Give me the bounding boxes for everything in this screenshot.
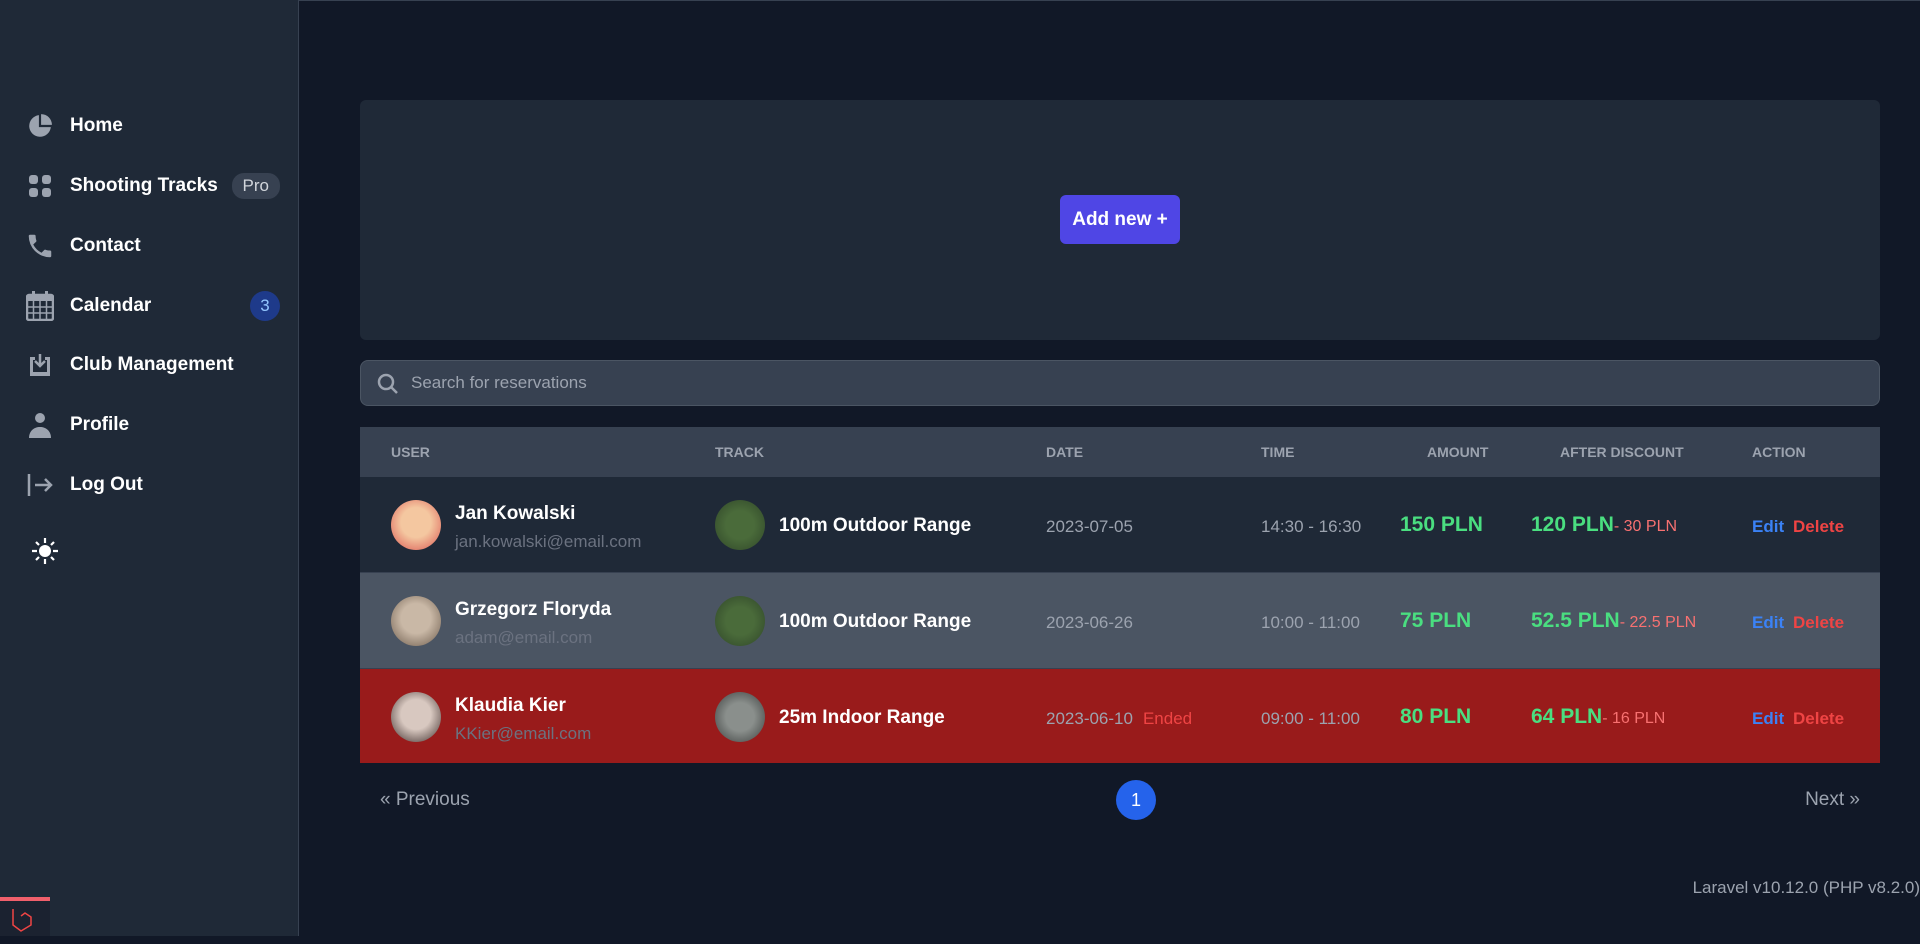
after-discount-value: 64 PLN [1531, 705, 1603, 728]
after-discount: 64 PLN- 16 PLN [1531, 705, 1665, 729]
col-user: USER [391, 444, 430, 460]
date-value: 2023-07-05 [1046, 517, 1133, 536]
after-discount: 52.5 PLN- 22.5 PLN [1531, 609, 1696, 633]
logout-icon [24, 469, 56, 501]
date-value: 2023-06-26 [1046, 613, 1133, 632]
after-discount: 120 PLN- 30 PLN [1531, 513, 1677, 537]
search-bar [360, 360, 1880, 406]
delete-link[interactable]: Delete [1793, 517, 1844, 537]
date-value: 2023-06-10 [1046, 709, 1133, 728]
amount: 75 PLN [1400, 609, 1472, 632]
table-header: USER TRACK DATE TIME AMOUNT AFTER DISCOU… [360, 427, 1880, 477]
discount-value: - 30 PLN [1613, 518, 1678, 535]
pie-chart-icon [24, 110, 56, 142]
phone-icon [24, 230, 56, 262]
theme-toggle-sun-icon[interactable] [30, 536, 60, 566]
col-time: TIME [1261, 444, 1295, 460]
sidebar-item-profile[interactable]: Profile [24, 401, 280, 449]
reservations-table: USER TRACK DATE TIME AMOUNT AFTER DISCOU… [360, 427, 1880, 765]
sidebar-item-label: Home [70, 115, 123, 136]
avatar [391, 692, 441, 742]
track-name: 100m Outdoor Range [779, 515, 972, 536]
avatar [391, 500, 441, 550]
sidebar: Home Shooting Tracks Pro Contact Calenda… [0, 0, 299, 936]
version-footer: Laravel v10.12.0 (PHP v8.2.0) [1692, 878, 1920, 897]
reservation-date: 2023-06-26 [1046, 613, 1143, 633]
reservation-time: 14:30 - 16:30 [1261, 517, 1362, 536]
inbox-download-icon [24, 349, 56, 381]
pagination: « Previous 1 Next » [360, 763, 1880, 836]
sidebar-item-label: Shooting Tracks [70, 175, 218, 196]
table-row: Jan Kowalski jan.kowalski@email.com 100m… [360, 477, 1880, 573]
laravel-debug-logo-icon[interactable] [0, 897, 50, 936]
user-name: Grzegorz Floryda [455, 599, 612, 620]
sidebar-item-log-out[interactable]: Log Out [24, 461, 280, 509]
track-thumbnail [715, 596, 765, 646]
calendar-icon [24, 290, 56, 322]
delete-link[interactable]: Delete [1793, 613, 1844, 633]
sidebar-item-label: Calendar [70, 295, 152, 316]
delete-link[interactable]: Delete [1793, 709, 1844, 729]
add-new-button[interactable]: Add new + [1060, 195, 1180, 244]
sidebar-item-calendar[interactable]: Calendar 3 [24, 282, 280, 330]
previous-page-link[interactable]: « Previous [380, 789, 470, 811]
reservation-date: 2023-06-10 Ended [1046, 709, 1192, 729]
track-name: 100m Outdoor Range [779, 611, 972, 632]
reservation-time: 10:00 - 11:00 [1261, 613, 1360, 632]
user-icon [24, 409, 56, 441]
page-1-button[interactable]: 1 [1116, 780, 1156, 820]
table-row: Grzegorz Floryda adam@email.com 100m Out… [360, 573, 1880, 669]
amount: 150 PLN [1400, 513, 1483, 536]
user-email: jan.kowalski@email.com [455, 532, 642, 551]
table-row: Klaudia Kier KKier@email.com 25m Indoor … [360, 669, 1880, 765]
col-track: TRACK [715, 444, 764, 460]
col-after-discount: AFTER DISCOUNT [1560, 444, 1684, 460]
sidebar-item-home[interactable]: Home [24, 102, 280, 150]
reservation-time: 09:00 - 11:00 [1261, 709, 1360, 728]
track-thumbnail [715, 692, 765, 742]
sidebar-item-label: Log Out [70, 474, 143, 495]
grid-icon [24, 170, 56, 202]
sidebar-item-club-management[interactable]: Club Management [24, 341, 280, 389]
discount-value: - 22.5 PLN [1619, 614, 1697, 631]
sidebar-item-contact[interactable]: Contact [24, 222, 280, 270]
user-name: Klaudia Kier [455, 695, 566, 716]
after-discount-value: 120 PLN [1531, 513, 1614, 536]
sidebar-item-label: Profile [70, 414, 130, 435]
user-name: Jan Kowalski [455, 503, 576, 524]
edit-link[interactable]: Edit [1752, 517, 1784, 537]
col-action: ACTION [1752, 444, 1806, 460]
edit-link[interactable]: Edit [1752, 613, 1784, 633]
search-input[interactable] [411, 373, 1879, 393]
user-email: KKier@email.com [455, 724, 592, 743]
sidebar-item-label: Contact [70, 235, 141, 256]
amount: 80 PLN [1400, 705, 1472, 728]
after-discount-value: 52.5 PLN [1531, 609, 1620, 632]
status-ended: Ended [1142, 709, 1193, 728]
col-date: DATE [1046, 444, 1084, 460]
pro-badge: Pro [231, 173, 280, 199]
calendar-count-badge: 3 [250, 291, 280, 321]
top-divider [299, 0, 1920, 1]
search-icon [377, 373, 399, 400]
user-email: adam@email.com [455, 628, 593, 647]
sidebar-item-label: Club Management [70, 354, 234, 375]
edit-link[interactable]: Edit [1752, 709, 1784, 729]
track-name: 25m Indoor Range [779, 707, 945, 728]
reservation-date: 2023-07-05 [1046, 517, 1143, 537]
track-thumbnail [715, 500, 765, 550]
sidebar-item-shooting-tracks[interactable]: Shooting Tracks Pro [24, 162, 280, 210]
col-amount: AMOUNT [1427, 444, 1489, 460]
discount-value: - 16 PLN [1602, 710, 1666, 727]
avatar [391, 596, 441, 646]
next-page-link[interactable]: Next » [1805, 789, 1860, 811]
